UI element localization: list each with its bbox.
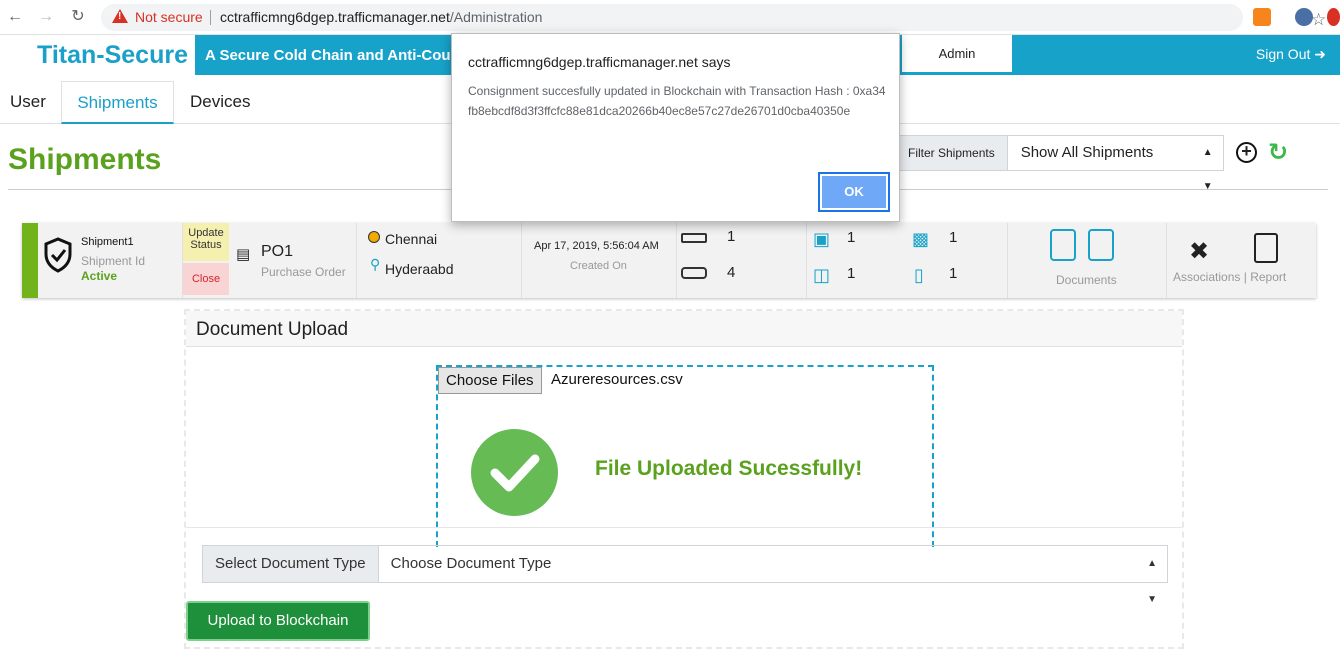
route-cell: Chennai ⚲ Hyderaabd <box>357 223 522 298</box>
document-type-value: Choose Document Type <box>390 555 552 572</box>
associations-report-labels: Associations | Report <box>1173 270 1286 284</box>
checkmark-icon <box>490 454 540 492</box>
filter-select[interactable]: Show All Shipments ▲ ▼ <box>1007 135 1224 192</box>
router-count: 1 <box>727 228 736 245</box>
label-separator: | <box>1243 270 1247 284</box>
box-icon: ◫ <box>813 265 831 285</box>
shipment-status: Active <box>81 269 118 283</box>
success-check-icon <box>471 429 558 516</box>
filter-label: Filter Shipments <box>895 135 1008 171</box>
associations-label[interactable]: Associations <box>1173 270 1240 284</box>
browser-toolbar: ← → ↻ Not secure cctrafficmng6dgep.traff… <box>0 0 1340 35</box>
router-icon <box>681 233 707 243</box>
document-type-label: Select Document Type <box>202 545 379 583</box>
po-label: Purchase Order <box>261 265 346 279</box>
warning-icon <box>112 9 128 23</box>
document-type-select[interactable]: Choose Document Type ▲ ▼ <box>378 545 1168 605</box>
document-icon: ▤ <box>236 246 251 263</box>
url-host: cctrafficmng6dgep.trafficmanager.net <box>220 9 450 25</box>
package-count: 1 <box>949 229 958 246</box>
tab-shipments[interactable]: Shipments <box>61 81 174 124</box>
created-cell: Apr 17, 2019, 5:56:04 AM Created On <box>522 223 677 298</box>
package-icon: ▩ <box>912 229 930 249</box>
admin-tab[interactable]: Admin <box>902 35 1012 75</box>
refresh-icon[interactable]: ↻ <box>1268 138 1288 167</box>
pallet-count: 1 <box>847 229 856 246</box>
upload-to-blockchain-button[interactable]: Upload to Blockchain <box>186 601 370 641</box>
alert-dialog: cctrafficmng6dgep.trafficmanager.net say… <box>451 33 900 222</box>
selected-file-name: Azureresources.csv <box>551 371 683 388</box>
upload-success-message: File Uploaded Sucessfully! <box>595 457 863 480</box>
document-upload-panel: Document Upload Choose Files Azureresour… <box>184 309 1184 649</box>
document-type-group: Select Document Type Choose Document Typ… <box>202 545 1168 605</box>
dialog-message: Consignment succesfully updated in Block… <box>468 84 886 118</box>
documents-cell[interactable]: Documents <box>1008 223 1167 298</box>
dialog-title: cctrafficmng6dgep.trafficmanager.net say… <box>468 54 731 70</box>
report-icon[interactable] <box>1254 233 1278 263</box>
tab-user[interactable]: User <box>0 81 56 124</box>
page-title: Shipments <box>8 143 162 176</box>
select-caret-icon: ▲ ▼ <box>1147 558 1157 605</box>
po-number: PO1 <box>261 243 294 260</box>
divider <box>210 10 211 25</box>
shield-check-icon <box>44 237 72 273</box>
sign-out-icon: ➜ <box>1314 46 1326 62</box>
associations-icon[interactable]: ✖ <box>1189 237 1209 266</box>
shipment-name: Shipment1 <box>81 236 134 248</box>
metamask-icon[interactable] <box>1253 8 1271 26</box>
asset-counts-cell: ▣ 1 ◫ 1 ▩ 1 ▯ 1 <box>807 223 1008 298</box>
filter-group: Filter Shipments Show All Shipments ▲ ▼ <box>895 135 1224 192</box>
upload-document-icon[interactable] <box>1088 229 1114 261</box>
close-shipment-button[interactable]: Close <box>183 263 229 295</box>
gateway-icon <box>681 267 707 279</box>
view-document-icon[interactable] <box>1050 229 1076 261</box>
tag-icon: ▯ <box>914 265 924 285</box>
box-count: 1 <box>847 265 856 282</box>
gateway-count: 4 <box>727 264 736 281</box>
forward-arrow-icon[interactable]: → <box>37 8 55 26</box>
upload-title: Document Upload <box>196 319 349 340</box>
documents-label: Documents <box>1056 273 1117 287</box>
status-stripe <box>22 223 38 298</box>
url-path: /Administration <box>449 9 543 25</box>
upload-divider <box>186 527 1182 528</box>
origin-pin-icon <box>368 231 380 243</box>
url-text: cctrafficmng6dgep.trafficmanager.net/Adm… <box>220 9 542 25</box>
add-shipment-icon[interactable]: + <box>1236 142 1257 163</box>
address-bar[interactable]: Not secure cctrafficmng6dgep.trafficmana… <box>101 4 1326 31</box>
profile-avatar[interactable] <box>1295 8 1313 26</box>
not-secure-label: Not secure <box>135 9 203 25</box>
created-label: Created On <box>570 260 627 272</box>
shipment-card[interactable]: Shipment1 Shipment Id Active Update Stat… <box>22 223 1316 298</box>
brand-logo[interactable]: Titan-Secure <box>37 41 188 70</box>
tab-devices[interactable]: Devices <box>180 81 260 124</box>
created-date: Apr 17, 2019, 5:56:04 AM <box>534 240 659 252</box>
shipment-info-cell: Shipment1 Shipment Id Active <box>38 223 183 298</box>
destination-city: Hyderaabd <box>385 261 454 277</box>
report-label[interactable]: Report <box>1250 270 1286 284</box>
back-arrow-icon[interactable]: ← <box>6 8 24 26</box>
ok-label: OK <box>822 176 886 208</box>
select-caret-icon: ▲ ▼ <box>1202 147 1213 192</box>
device-counts-cell: 1 4 <box>677 223 807 298</box>
file-drop-zone[interactable]: Choose Files Azureresources.csv File Upl… <box>436 365 934 547</box>
shipment-id-label: Shipment Id <box>81 254 146 268</box>
extension-icon[interactable] <box>1327 8 1340 26</box>
origin-city: Chennai <box>385 231 438 247</box>
bookmark-star-icon[interactable]: ☆ <box>1311 10 1326 30</box>
tag-count: 1 <box>949 265 958 282</box>
update-status-button[interactable]: Update Status <box>183 223 229 261</box>
choose-files-button[interactable]: Choose Files <box>438 367 542 394</box>
pallet-icon: ▣ <box>813 229 831 249</box>
associations-report-cell: ✖ Associations | Report <box>1172 223 1312 298</box>
sign-out-label: Sign Out <box>1255 46 1311 62</box>
upload-header: Document Upload <box>186 311 1182 347</box>
reload-icon[interactable]: ↻ <box>69 8 87 26</box>
destination-pin-icon: ⚲ <box>370 256 381 272</box>
po-cell: ▤ PO1 Purchase Order <box>231 223 357 298</box>
filter-select-value: Show All Shipments <box>1020 144 1154 161</box>
sign-out-button[interactable]: Sign Out ➜ <box>1256 46 1326 63</box>
ok-button[interactable]: OK <box>818 172 890 212</box>
tagline: A Secure Cold Chain and Anti-Counter <box>205 47 479 64</box>
